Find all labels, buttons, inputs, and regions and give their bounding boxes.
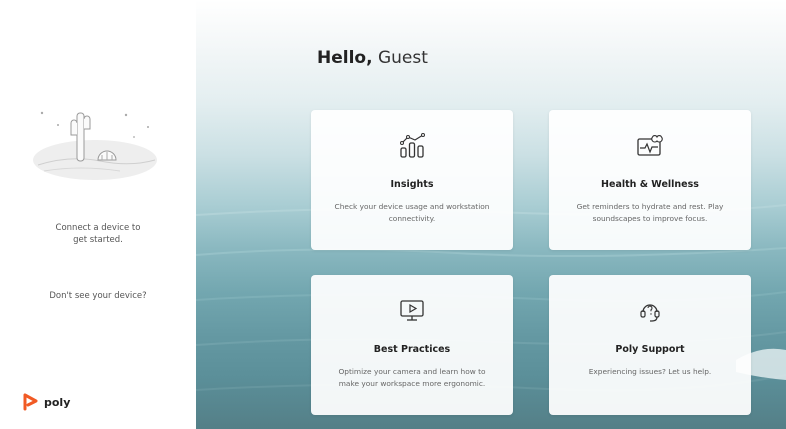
insights-title: Insights [390, 179, 434, 190]
dont-see-device-link[interactable]: Don't see your device? [0, 291, 196, 301]
main-content: Hello, Guest Insights Check your device … [196, 0, 786, 429]
poly-logo-text: poly [44, 395, 71, 409]
greeting: Hello, Guest [317, 48, 428, 68]
health-wellness-card[interactable]: Health & Wellness Get reminders to hydra… [549, 110, 751, 250]
health-desc-line-2: soundscapes to improve focus. [592, 214, 708, 223]
health-desc-line-1: Get reminders to hydrate and rest. Play [576, 202, 724, 211]
desert-cactus-illustration [33, 111, 157, 180]
poly-logo-icon [23, 393, 38, 411]
poly-support-card[interactable]: Poly Support Experiencing issues? Let us… [549, 275, 751, 415]
best-practices-title: Best Practices [373, 344, 451, 355]
best-practices-card[interactable]: Best Practices Optimize your camera and … [311, 275, 513, 415]
greeting-hello: Hello, [317, 48, 373, 68]
connect-device-message: Connect a device to get started. [0, 222, 196, 246]
connect-line-2: get started. [73, 235, 123, 245]
connect-line-1: Connect a device to [55, 223, 141, 233]
best-practices-desc-line-1: Optimize your camera and learn how to [338, 367, 486, 376]
health-wellness-description: Get reminders to hydrate and rest. Play … [563, 201, 737, 225]
insights-desc-line-1: Check your device usage and workstation [334, 202, 490, 211]
sidebar: Connect a device to get started. Don't s… [0, 0, 196, 429]
poly-logo: poly [22, 392, 70, 412]
health-wellness-title: Health & Wellness [601, 179, 699, 190]
poly-support-description: Experiencing issues? Let us help. [563, 366, 737, 378]
insights-chart-icon [400, 133, 425, 158]
insights-description: Check your device usage and workstation … [325, 201, 499, 225]
insights-card[interactable]: Insights Check your device usage and wor… [311, 110, 513, 250]
best-practices-desc-line-2: make your workspace more ergonomic. [338, 379, 486, 388]
insights-desc-line-2: connectivity. [388, 214, 436, 223]
greeting-name: Guest [377, 48, 428, 68]
health-monitor-icon [637, 135, 663, 156]
video-play-icon [400, 300, 424, 321]
best-practices-description: Optimize your camera and learn how to ma… [325, 366, 499, 390]
poly-support-desc-line-1: Experiencing issues? Let us help. [588, 367, 712, 376]
poly-support-title: Poly Support [615, 344, 685, 355]
support-headset-icon [640, 304, 660, 322]
